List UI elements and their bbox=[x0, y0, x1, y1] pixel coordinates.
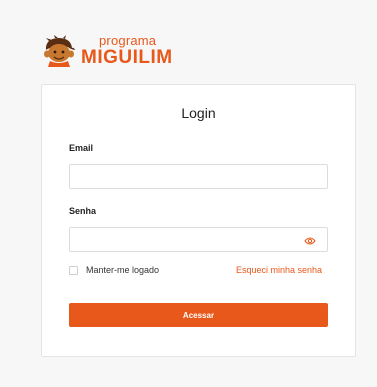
login-submit-button[interactable]: Acessar bbox=[69, 303, 328, 327]
brand-line2: MIGUILIM bbox=[81, 47, 173, 68]
remember-checkbox[interactable] bbox=[69, 265, 78, 275]
remember-me[interactable]: Manter-me logado bbox=[69, 265, 159, 275]
remember-label: Manter-me logado bbox=[86, 265, 160, 275]
login-title: Login bbox=[181, 105, 216, 121]
brand-line1: programa bbox=[99, 33, 157, 48]
email-label: Email bbox=[69, 143, 94, 153]
brand-wordmark: programa MIGUILIM bbox=[81, 34, 173, 67]
password-input[interactable] bbox=[69, 227, 328, 252]
forgot-password-link[interactable]: Esqueci minha senha bbox=[236, 265, 322, 275]
eye-icon[interactable] bbox=[304, 236, 316, 246]
boy-mascot-icon bbox=[44, 34, 75, 67]
email-input[interactable] bbox=[69, 164, 328, 189]
brand-logo: programa MIGUILIM bbox=[41, 34, 173, 67]
login-card: Login Email Senha Manter-me logado Esque… bbox=[41, 84, 356, 357]
password-label: Senha bbox=[69, 206, 97, 216]
